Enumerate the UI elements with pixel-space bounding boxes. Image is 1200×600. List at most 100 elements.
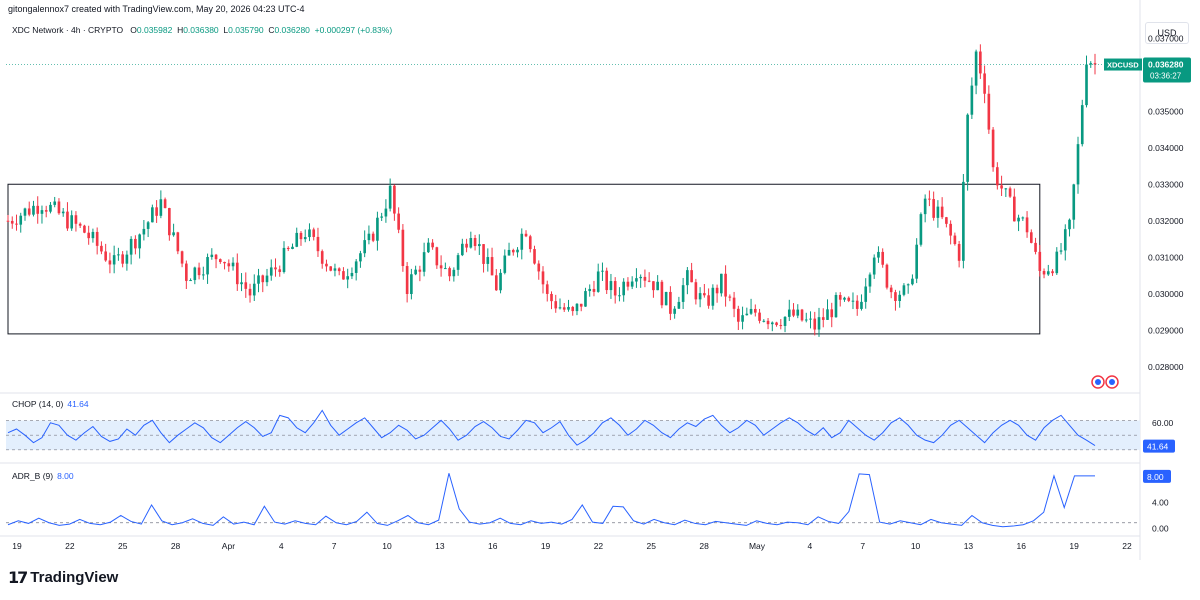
time-axis-label: 13	[964, 541, 974, 551]
candle-body	[176, 232, 180, 252]
chart-canvas[interactable]: 0.0370000.0360000.0350000.0340000.033000…	[0, 0, 1200, 600]
candle-body	[312, 229, 316, 237]
candle-body	[439, 265, 443, 269]
candle-body	[601, 270, 604, 272]
time-axis-label: Apr	[222, 541, 235, 551]
candle-body	[847, 297, 851, 301]
candle-body	[482, 244, 485, 264]
candle-body	[520, 233, 524, 250]
candle-body	[932, 199, 935, 218]
candle-body	[244, 282, 248, 289]
candle-body	[1059, 250, 1063, 252]
candle-body	[1085, 64, 1088, 106]
candle-body	[766, 320, 770, 325]
candle-body	[40, 210, 44, 214]
time-axis-label: 10	[382, 541, 392, 551]
candle-body	[957, 243, 961, 261]
candle-body	[507, 249, 511, 256]
candle-body	[1051, 271, 1054, 274]
candle-body	[231, 262, 235, 267]
candle-body	[15, 223, 18, 225]
candle-body	[316, 236, 320, 252]
time-axis-label: 19	[12, 541, 22, 551]
candle-body	[528, 236, 532, 250]
candle-body	[193, 267, 197, 281]
candle-body	[911, 278, 914, 285]
candle-body	[456, 255, 460, 270]
candle-body	[618, 295, 621, 297]
candle-body	[469, 238, 473, 248]
candle-body	[605, 270, 609, 291]
candle-body	[151, 207, 154, 223]
candle-body	[902, 285, 906, 295]
candle-body	[622, 281, 625, 296]
candle-body	[371, 233, 375, 241]
candle-body	[129, 238, 133, 255]
candle-body	[894, 292, 897, 301]
candle-body	[125, 254, 129, 264]
candle-body	[770, 322, 774, 325]
price-axis-label: 0.031000	[1148, 252, 1184, 262]
candle-body	[558, 307, 562, 309]
candle-body	[388, 185, 392, 209]
candle-body	[813, 318, 817, 330]
candle-body	[749, 308, 753, 314]
candle-body	[57, 201, 61, 214]
candle-body	[804, 319, 808, 321]
candle-body	[410, 274, 413, 295]
candle-body	[112, 255, 116, 265]
candle-body	[720, 273, 723, 294]
time-axis-label: 22	[65, 541, 75, 551]
candle-body	[70, 215, 74, 229]
candle-body	[919, 214, 923, 245]
candle-body	[652, 281, 655, 291]
candle-body	[499, 272, 502, 291]
candle-body	[737, 308, 740, 322]
candle-body	[202, 274, 205, 276]
candle-body	[104, 251, 107, 261]
candle-body	[87, 232, 90, 239]
candle-body	[393, 185, 396, 214]
candle-body	[970, 85, 974, 115]
candle-body	[159, 199, 163, 216]
candle-body	[745, 313, 749, 316]
candle-body	[252, 283, 256, 296]
candle-body	[541, 271, 545, 285]
candle-body	[575, 303, 579, 312]
candle-body	[1038, 251, 1042, 271]
candle-body	[630, 281, 634, 287]
candle-body	[185, 263, 188, 281]
time-axis-label: 16	[488, 541, 498, 551]
candle-body	[936, 206, 940, 218]
candle-body	[753, 308, 757, 313]
candle-body	[817, 317, 821, 330]
candle-body	[596, 271, 600, 292]
candle-body	[405, 266, 409, 295]
candle-body	[796, 309, 800, 316]
candle-body	[860, 301, 863, 309]
chop-legend: CHOP (14, 0) 41.64	[12, 399, 89, 409]
candle-body	[1080, 105, 1084, 145]
candle-body	[83, 225, 86, 233]
price-axis-label: 0.028000	[1148, 362, 1184, 372]
candle-body	[74, 215, 78, 224]
candle-body	[329, 266, 333, 271]
candle-body	[282, 247, 286, 272]
chop-axis-label: 60.00	[1152, 418, 1174, 428]
candle-body	[206, 257, 209, 275]
candle-body	[974, 51, 978, 86]
candle-body	[516, 249, 519, 253]
candle-body	[422, 252, 426, 272]
time-axis-label: 16	[1017, 541, 1027, 551]
candle-body	[783, 316, 787, 326]
candle-body	[91, 231, 95, 239]
candle-body	[6, 220, 10, 222]
candle-body	[562, 307, 566, 310]
candle-body	[945, 217, 948, 224]
candle-body	[656, 281, 659, 291]
candle-body	[966, 114, 969, 182]
tradingview-logo[interactable]: 17 TradingView	[8, 568, 118, 587]
candle-body	[758, 312, 761, 321]
candle-body	[851, 300, 855, 302]
candle-body	[1046, 271, 1050, 275]
